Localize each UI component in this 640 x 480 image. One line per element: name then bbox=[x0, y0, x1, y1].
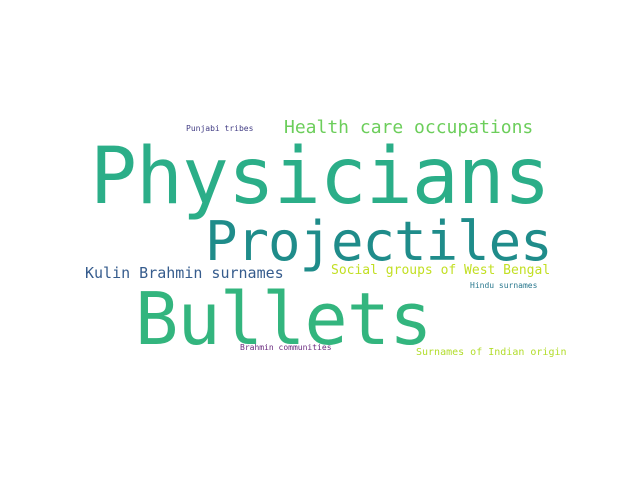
word-social-groups-of-west-bengal: Social groups of West Bengal bbox=[331, 263, 551, 278]
word-punjabi-tribes: Punjabi tribes bbox=[186, 124, 254, 133]
word-cloud: Physicians Bullets Projectiles Health ca… bbox=[0, 0, 640, 480]
word-brahmin-communities: Brahmin communities bbox=[240, 343, 332, 352]
word-hindu-surnames: Hindu surnames bbox=[470, 281, 538, 290]
word-projectiles: Projectiles bbox=[205, 210, 553, 273]
word-kulin-brahmin-surnames: Kulin Brahmin surnames bbox=[85, 264, 284, 282]
word-physicians: Physicians bbox=[90, 132, 551, 222]
word-surnames-of-indian-origin: Surnames of Indian origin bbox=[416, 347, 567, 358]
word-health-care-occupations: Health care occupations bbox=[284, 117, 534, 138]
